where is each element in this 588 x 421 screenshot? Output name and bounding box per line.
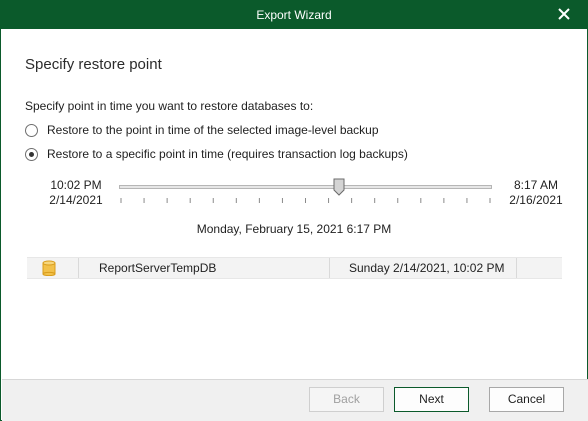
next-button[interactable]: Next — [394, 387, 469, 412]
slider-start-time: 10:02 PM — [50, 178, 102, 192]
database-name: ReportServerTempDB — [99, 261, 217, 275]
table-row[interactable]: ReportServerTempDB Sunday 2/14/2021, 10:… — [27, 257, 562, 279]
back-button[interactable]: Back — [309, 387, 384, 412]
restore-prompt: Specify point in time you want to restor… — [25, 99, 314, 113]
window-title: Export Wizard — [256, 8, 332, 22]
radio-specific-point-in-time[interactable]: Restore to a specific point in time (req… — [25, 145, 408, 163]
cancel-button[interactable]: Cancel — [489, 387, 564, 412]
slider-end-time: 8:17 AM — [513, 178, 559, 192]
export-wizard-window: Export Wizard Specify restore point Spec… — [0, 0, 588, 421]
close-icon[interactable] — [555, 5, 573, 23]
selected-restore-time: Monday, February 15, 2021 6:17 PM — [196, 222, 392, 236]
slider-end-label: 8:17 AM 2/16/2021 — [508, 178, 564, 208]
column-separator — [78, 258, 79, 278]
page-title: Specify restore point — [25, 56, 162, 73]
radio-image-level-backup[interactable]: Restore to the point in time of the sele… — [25, 121, 379, 139]
radio-button-specific-point[interactable] — [25, 147, 38, 161]
radio-label-specific-point: Restore to a specific point in time (req… — [47, 147, 408, 161]
time-slider-track[interactable] — [119, 185, 492, 189]
slider-start-label: 10:02 PM 2/14/2021 — [48, 178, 104, 208]
slider-ticks — [120, 198, 491, 203]
slider-start-date: 2/14/2021 — [49, 193, 103, 207]
column-separator — [329, 258, 330, 278]
time-slider-thumb[interactable] — [333, 178, 345, 196]
slider-end-date: 2/16/2021 — [509, 193, 563, 207]
radio-label-image-level: Restore to the point in time of the sele… — [47, 123, 379, 137]
title-bar: Export Wizard — [1, 1, 587, 29]
database-icon — [42, 260, 56, 276]
database-restore-point: Sunday 2/14/2021, 10:02 PM — [349, 261, 505, 275]
radio-button-image-level[interactable] — [25, 123, 38, 137]
column-separator — [516, 258, 517, 278]
